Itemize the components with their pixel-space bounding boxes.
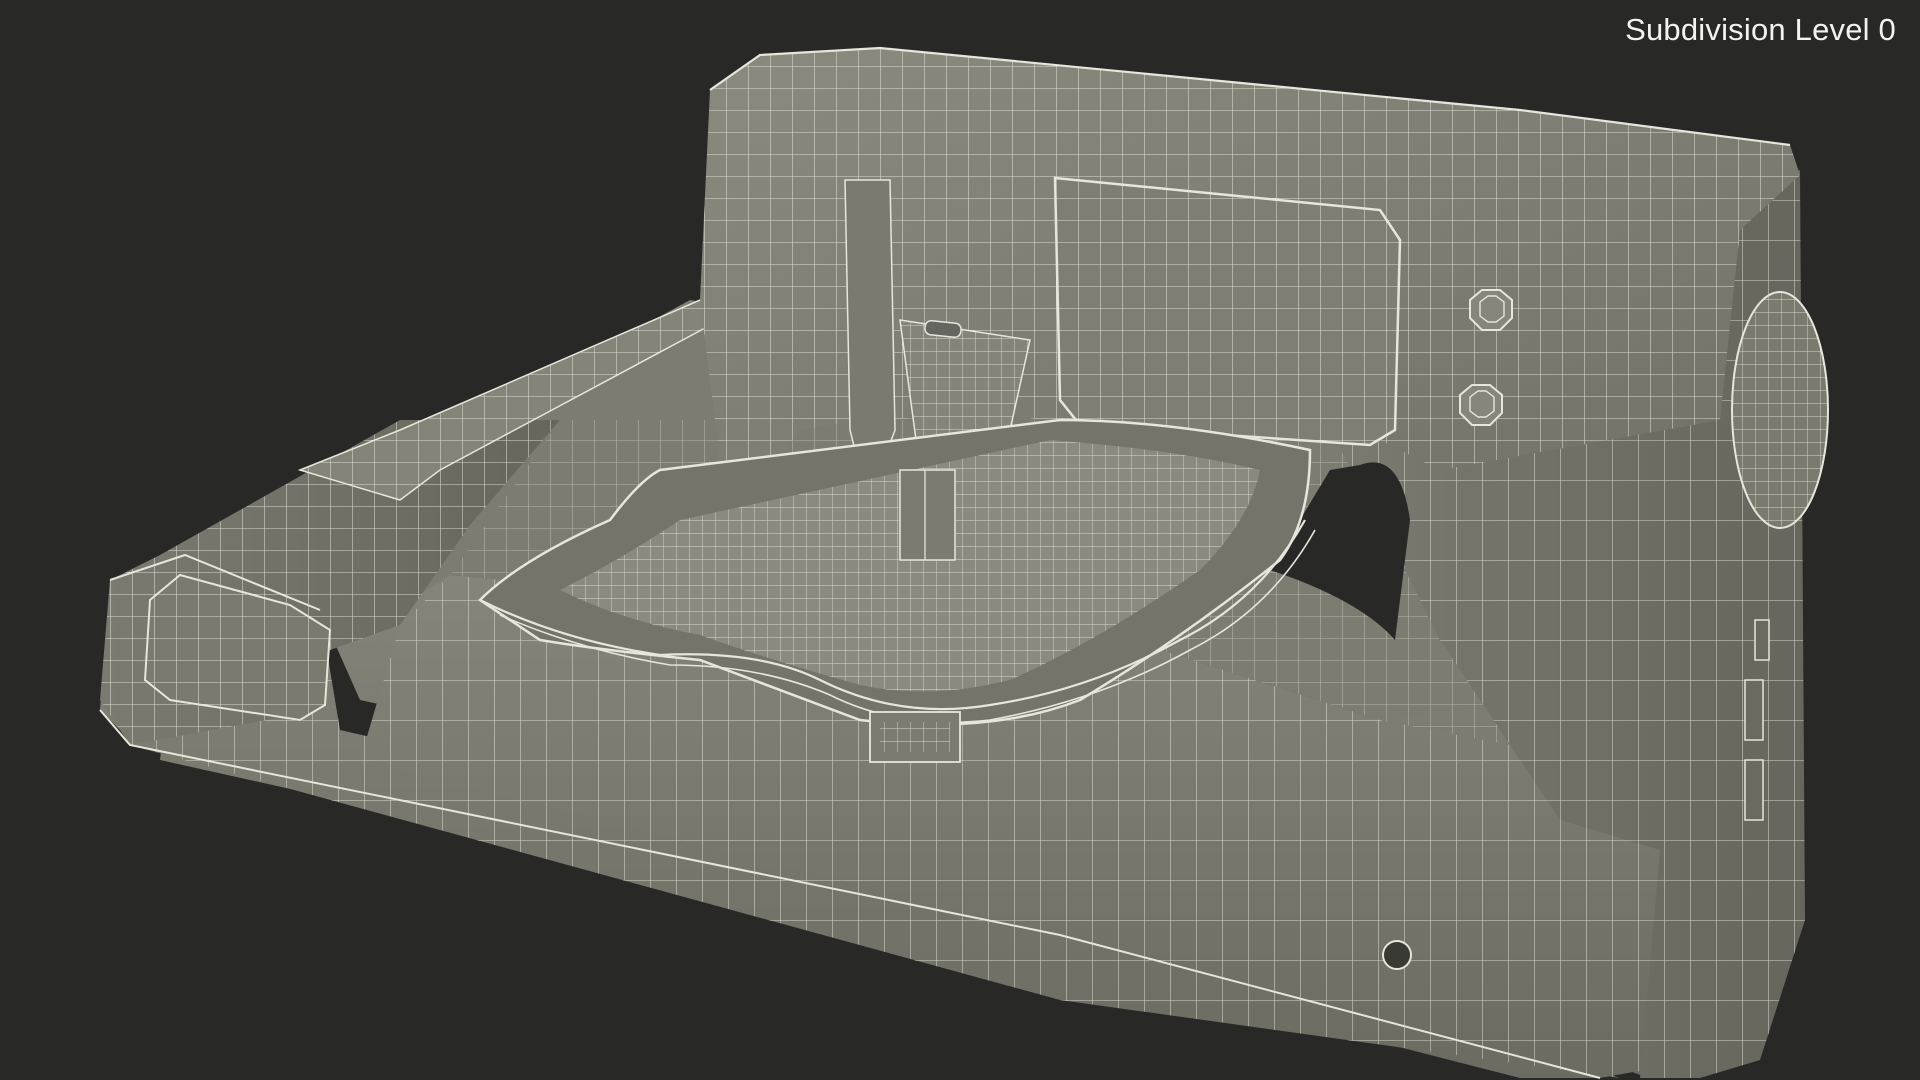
subdivision-level-label: Subdivision Level 0 xyxy=(1625,12,1896,47)
control-knob-lower xyxy=(1459,384,1503,426)
control-knob-upper xyxy=(1469,289,1513,331)
sewing-machine-wireframe-model xyxy=(99,46,1829,1079)
machine-head xyxy=(700,46,1800,481)
render-viewport: Subdivision Level 0 xyxy=(0,0,1920,1080)
